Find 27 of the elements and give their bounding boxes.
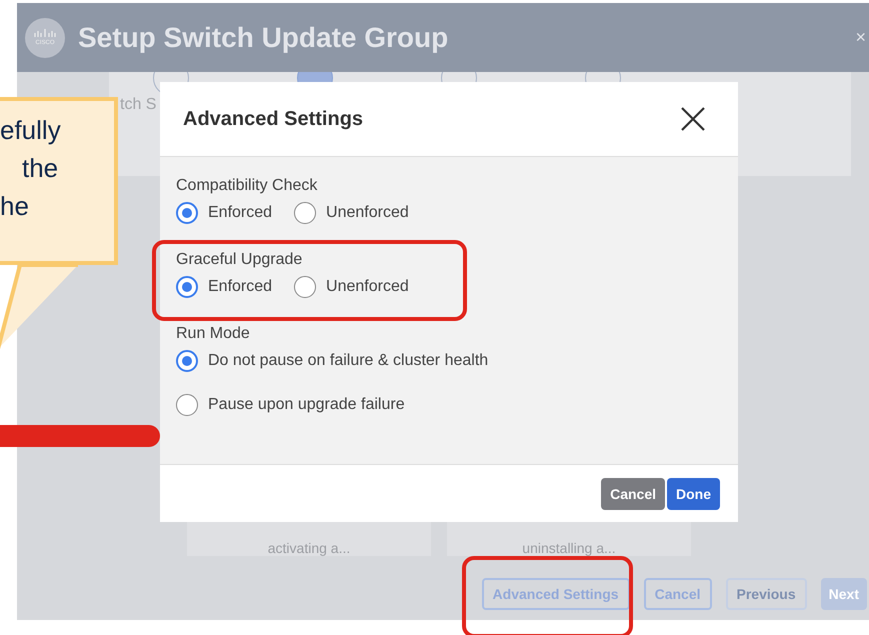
radio-button[interactable] bbox=[176, 276, 198, 298]
group-label: Compatibility Check bbox=[176, 177, 318, 195]
logo-bars-icon bbox=[32, 29, 58, 39]
radio-button[interactable] bbox=[176, 350, 198, 372]
task-card: activating a... bbox=[187, 521, 431, 556]
radio-button[interactable] bbox=[176, 394, 198, 416]
window-title: Setup Switch Update Group bbox=[78, 22, 448, 54]
step-label: tch S bbox=[120, 96, 156, 114]
radio-button[interactable] bbox=[294, 276, 316, 298]
callout-text: he bbox=[0, 190, 30, 223]
dialog-title: Advanced Settings bbox=[183, 108, 364, 130]
radio-option[interactable]: Pause upon upgrade failure bbox=[176, 394, 722, 416]
radio-option[interactable]: Enforced bbox=[176, 202, 272, 224]
radio-button[interactable] bbox=[294, 202, 316, 224]
task-card: uninstalling a... bbox=[447, 521, 691, 556]
callout-text: the bbox=[21, 152, 60, 185]
cancel-button[interactable]: Cancel bbox=[601, 478, 665, 510]
close-icon[interactable] bbox=[680, 106, 706, 132]
radio-option[interactable]: Unenforced bbox=[294, 276, 409, 298]
group-label: Graceful Upgrade bbox=[176, 251, 304, 269]
radio-option[interactable]: Enforced bbox=[176, 276, 272, 298]
done-button[interactable]: Done bbox=[667, 478, 720, 510]
callout-text: efully bbox=[0, 114, 62, 147]
group-label: Run Mode bbox=[176, 325, 251, 343]
radio-option[interactable]: Do not pause on failure & cluster health bbox=[176, 350, 722, 372]
radio-option[interactable]: Unenforced bbox=[294, 202, 409, 224]
radio-button[interactable] bbox=[176, 202, 198, 224]
